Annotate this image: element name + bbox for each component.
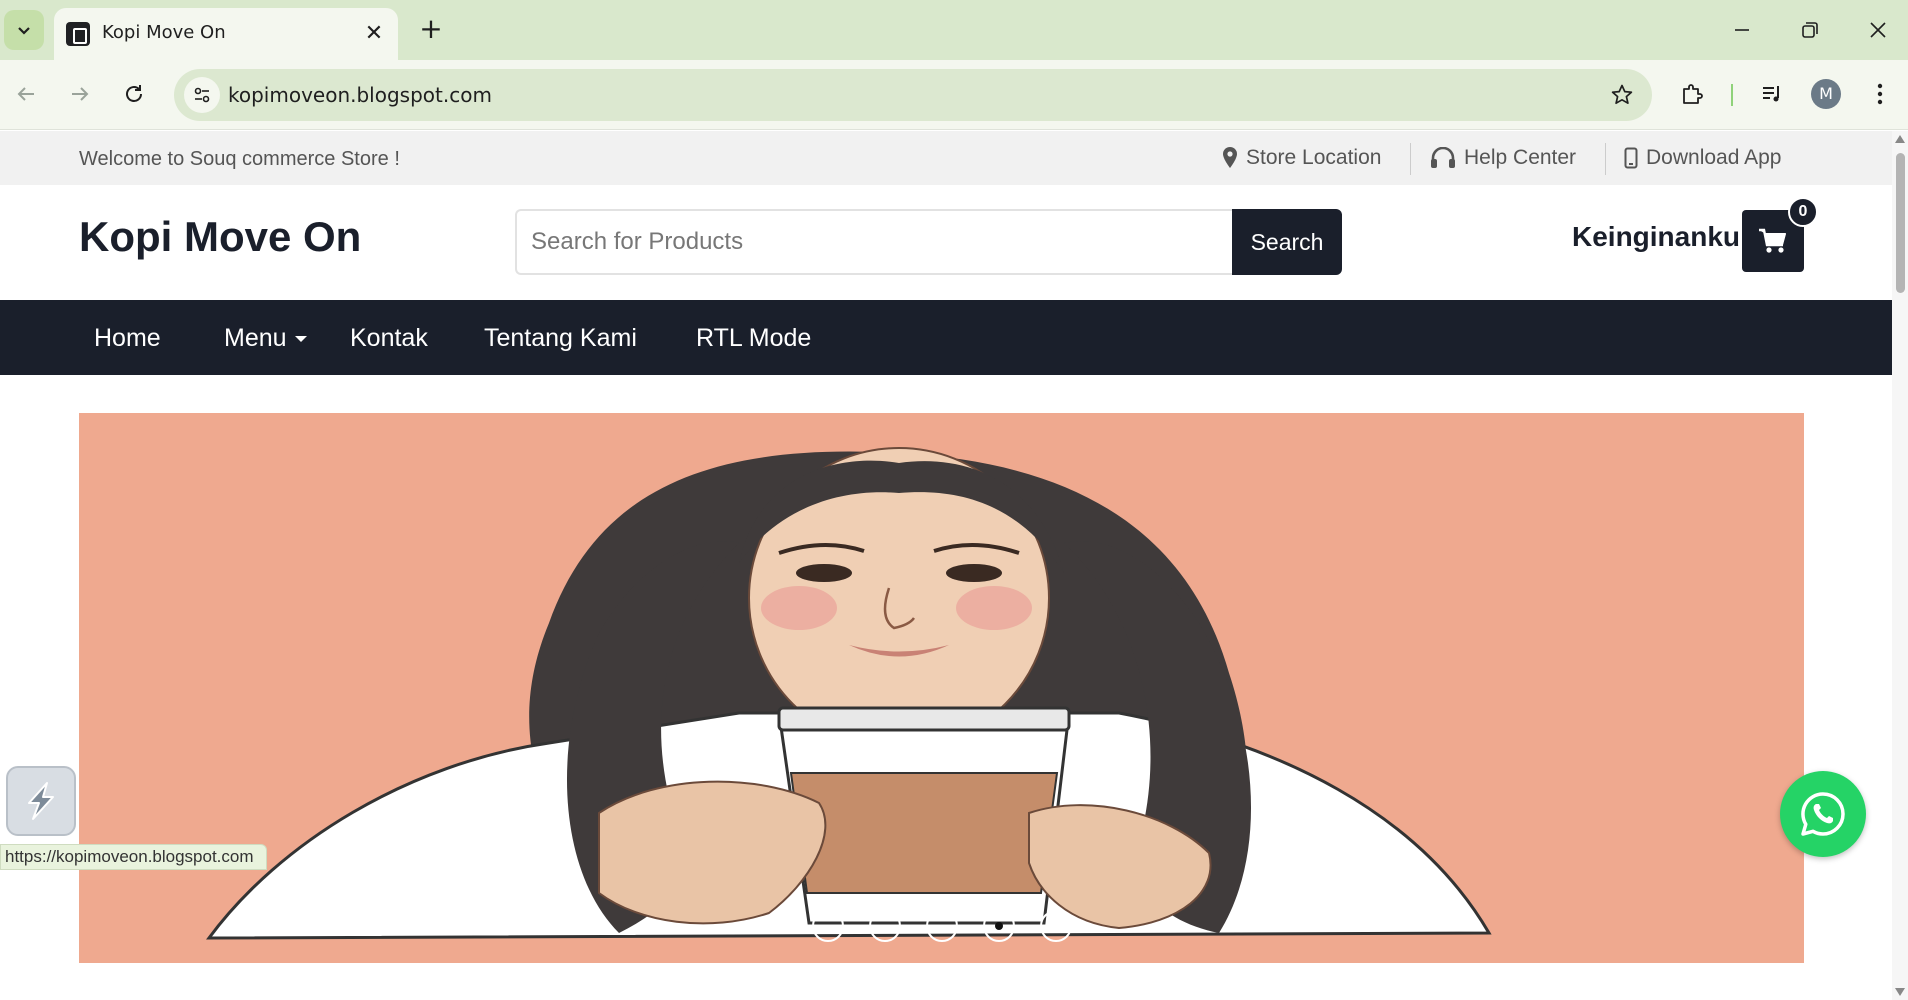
close-icon xyxy=(1870,22,1886,38)
help-center-link[interactable]: Help Center xyxy=(1430,143,1576,173)
headphones-icon xyxy=(1430,147,1456,169)
tab-search-button[interactable] xyxy=(4,10,44,50)
store-location-label: Store Location xyxy=(1246,146,1382,169)
media-control-icon[interactable] xyxy=(1752,74,1792,114)
forward-button[interactable] xyxy=(60,74,100,114)
topbar-divider xyxy=(1410,143,1411,175)
search-button[interactable]: Search xyxy=(1232,209,1342,275)
window-restore-button[interactable] xyxy=(1788,10,1832,50)
floating-extension-button[interactable] xyxy=(6,766,76,836)
profile-avatar[interactable]: M xyxy=(1811,79,1841,109)
map-pin-icon xyxy=(1222,146,1238,170)
whatsapp-icon xyxy=(1801,792,1845,836)
toolbar-divider xyxy=(1731,84,1733,106)
nav-item-tentang-kami[interactable]: Tentang Kami xyxy=(484,324,637,353)
address-bar[interactable]: kopimoveon.blogspot.com xyxy=(174,69,1652,121)
slider-dot[interactable] xyxy=(812,910,844,942)
topbar-divider xyxy=(1605,143,1606,175)
help-center-label: Help Center xyxy=(1464,146,1577,169)
wishlist-label[interactable]: Keinginanku xyxy=(1572,221,1740,253)
download-app-link[interactable]: Download App xyxy=(1624,143,1781,173)
nav-item-rtl-mode[interactable]: RTL Mode xyxy=(696,324,811,353)
reload-button[interactable] xyxy=(114,74,154,114)
scrollbar-thumb[interactable] xyxy=(1896,153,1905,293)
site-settings-icon[interactable] xyxy=(184,77,220,113)
back-button[interactable] xyxy=(6,74,46,114)
more-options-kebab-icon[interactable] xyxy=(1860,74,1900,114)
shopping-cart-icon xyxy=(1759,228,1786,253)
slider-dot[interactable] xyxy=(1040,910,1072,942)
slide-image-illustration xyxy=(206,447,1492,940)
extensions-puzzle-icon[interactable] xyxy=(1672,74,1712,114)
browser-tab-active[interactable]: Kopi Move On ✕ xyxy=(54,8,398,60)
page-viewport: Welcome to Souq commerce Store ! Store L… xyxy=(0,131,1892,1000)
site-favicon-icon xyxy=(66,22,90,46)
cart-count-badge: 0 xyxy=(1788,197,1818,227)
url-text[interactable]: kopimoveon.blogspot.com xyxy=(228,83,492,107)
slider-dot[interactable] xyxy=(926,910,958,942)
store-location-link[interactable]: Store Location xyxy=(1222,143,1381,173)
lightning-extension-icon xyxy=(28,782,54,820)
arrow-left-icon xyxy=(17,87,34,101)
top-info-bar: Welcome to Souq commerce Store ! Store L… xyxy=(0,131,1892,185)
caret-down-icon xyxy=(294,336,307,343)
tab-title: Kopi Move On xyxy=(102,22,226,43)
scroll-down-arrow-icon[interactable] xyxy=(1895,988,1905,996)
whatsapp-chat-button[interactable] xyxy=(1780,771,1866,857)
nav-item-kontak[interactable]: Kontak xyxy=(350,324,428,353)
chevron-down-icon xyxy=(18,27,30,35)
hero-slider[interactable] xyxy=(79,413,1804,963)
restore-icon xyxy=(1802,22,1818,38)
site-header: Kopi Move On Search Keinginanku 0 xyxy=(0,185,1892,300)
reload-icon xyxy=(126,85,142,102)
main-navigation: Home Menu Kontak Tentang Kami RTL Mode xyxy=(0,300,1892,375)
nav-item-menu[interactable]: Menu xyxy=(224,324,307,353)
slider-dot[interactable] xyxy=(869,910,901,942)
window-close-button[interactable] xyxy=(1856,10,1900,50)
welcome-message: Welcome to Souq commerce Store ! xyxy=(79,148,400,170)
window-minimize-button[interactable] xyxy=(1720,10,1764,50)
nav-item-home[interactable]: Home xyxy=(94,324,161,353)
slider-dot-active[interactable] xyxy=(983,910,1015,942)
mobile-phone-icon xyxy=(1624,147,1638,169)
arrow-right-icon xyxy=(72,87,89,101)
status-bar-url: https://kopimoveon.blogspot.com xyxy=(0,844,267,870)
scroll-up-arrow-icon[interactable] xyxy=(1895,135,1905,143)
download-app-label: Download App xyxy=(1646,146,1782,169)
nav-item-menu-label: Menu xyxy=(224,324,287,352)
bookmark-star-icon[interactable] xyxy=(1606,79,1638,111)
tab-close-icon[interactable]: ✕ xyxy=(360,20,388,48)
new-tab-plus-icon[interactable]: + xyxy=(414,12,448,46)
page-scrollbar[interactable] xyxy=(1892,131,1908,1000)
site-logo-title[interactable]: Kopi Move On xyxy=(79,213,361,261)
browser-toolbar: kopimoveon.blogspot.com M xyxy=(0,60,1908,130)
minimize-icon xyxy=(1735,29,1749,31)
product-search-input[interactable] xyxy=(515,209,1233,275)
browser-tab-strip: Kopi Move On ✕ + xyxy=(0,0,1908,60)
